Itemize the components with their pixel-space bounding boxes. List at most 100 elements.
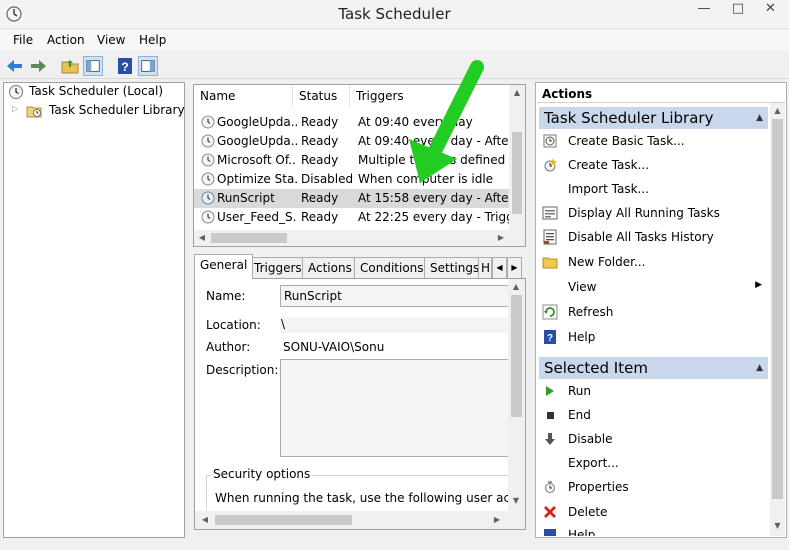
task-status: Ready bbox=[301, 115, 339, 129]
action-new-folder[interactable]: New Folder... bbox=[539, 251, 768, 273]
properties-icon bbox=[545, 481, 555, 493]
scroll-left-arrow-icon[interactable]: ◀ bbox=[194, 230, 210, 246]
scroll-right-arrow-icon[interactable]: ▶ bbox=[489, 512, 505, 528]
tree-root[interactable]: Task Scheduler (Local) bbox=[8, 83, 178, 101]
location-label: Location: bbox=[206, 318, 261, 332]
back-arrow-icon[interactable] bbox=[5, 56, 25, 76]
history-icon bbox=[543, 229, 557, 245]
table-row[interactable]: User_Feed_S... Ready At 22:25 every day … bbox=[194, 208, 510, 227]
name-field[interactable]: RunScript bbox=[280, 285, 510, 307]
folder-icon bbox=[542, 257, 558, 269]
action-run[interactable]: Run bbox=[539, 380, 768, 402]
action-delete[interactable]: Delete bbox=[539, 501, 768, 523]
vscroll-thumb[interactable] bbox=[511, 295, 522, 417]
action-refresh[interactable]: Refresh bbox=[539, 301, 768, 323]
tab-scroll-left-icon[interactable]: ◀ bbox=[492, 257, 507, 278]
table-row[interactable]: GoogleUpda... Ready At 09:40 every day -… bbox=[194, 132, 510, 151]
action-disable[interactable]: Disable bbox=[539, 428, 768, 450]
table-row[interactable]: GoogleUpda... Ready At 09:40 every day bbox=[194, 113, 510, 132]
task-list-vscrollbar[interactable]: ▲ bbox=[509, 85, 525, 230]
action-properties[interactable]: Properties bbox=[539, 476, 768, 498]
task-trigger: At 09:40 every day bbox=[358, 115, 473, 129]
scroll-right-arrow-icon[interactable]: ▶ bbox=[493, 230, 509, 246]
title-bar: Task Scheduler — □ ✕ bbox=[0, 0, 789, 29]
tab-scroll-right-icon[interactable]: ▶ bbox=[507, 257, 522, 278]
author-value: SONU-VAIO\Sonu bbox=[283, 340, 385, 354]
table-row[interactable]: Microsoft Of... Ready Multiple triggers … bbox=[194, 151, 510, 170]
task-status: Ready bbox=[301, 191, 339, 205]
scroll-up-arrow-icon[interactable]: ▲ bbox=[509, 85, 525, 101]
menu-help[interactable]: Help bbox=[139, 33, 166, 47]
tab-history[interactable]: H bbox=[478, 257, 492, 278]
vscroll-thumb[interactable] bbox=[512, 132, 522, 214]
tab-actions[interactable]: Actions bbox=[302, 257, 358, 278]
menu-action[interactable]: Action bbox=[47, 33, 85, 47]
menu-file[interactable]: File bbox=[13, 33, 33, 47]
action-help-partial[interactable]: Help bbox=[539, 526, 768, 536]
task-clock-icon bbox=[201, 134, 215, 148]
scroll-up-arrow-icon[interactable]: ▲ bbox=[508, 279, 524, 295]
action-end[interactable]: End bbox=[539, 404, 768, 426]
action-create-task[interactable]: Create Task... bbox=[539, 154, 768, 176]
show-hide-console-tree-icon[interactable] bbox=[83, 56, 103, 76]
action-help[interactable]: ? Help bbox=[539, 326, 768, 348]
column-header-status[interactable]: Status bbox=[293, 85, 350, 107]
maximize-button[interactable]: □ bbox=[724, 0, 752, 20]
submenu-arrow-icon: ▶ bbox=[755, 280, 762, 290]
help-icon: ? bbox=[544, 330, 556, 344]
table-row-selected[interactable]: RunScript Ready At 15:58 every day - Aft… bbox=[194, 189, 510, 208]
tab-triggers[interactable]: Triggers bbox=[248, 257, 308, 278]
detail-tabs: General Triggers Actions Conditions Sett… bbox=[194, 254, 526, 279]
up-folder-icon[interactable] bbox=[60, 56, 80, 76]
column-header-triggers[interactable]: Triggers bbox=[350, 85, 510, 107]
minimize-button[interactable]: — bbox=[690, 0, 718, 20]
tab-general[interactable]: General bbox=[194, 254, 254, 279]
scroll-down-arrow-icon[interactable]: ▼ bbox=[770, 518, 785, 534]
action-create-basic-task[interactable]: Create Basic Task... bbox=[539, 130, 768, 152]
action-view-label: View bbox=[568, 280, 597, 294]
task-trigger: At 15:58 every day - After trig bbox=[358, 191, 510, 205]
vscroll-thumb[interactable] bbox=[772, 119, 783, 499]
hscroll-thumb[interactable] bbox=[215, 515, 352, 525]
forward-arrow-icon[interactable] bbox=[28, 56, 48, 76]
general-vscrollbar[interactable]: ▲ ▼ bbox=[508, 279, 525, 511]
task-status: Disabled bbox=[301, 172, 354, 186]
section-header-selected-item[interactable]: Selected Item ▲ bbox=[539, 357, 768, 379]
show-hide-action-pane-icon[interactable] bbox=[138, 56, 158, 76]
scroll-up-arrow-icon[interactable]: ▲ bbox=[770, 103, 785, 119]
actions-vscrollbar[interactable]: ▲ ▼ bbox=[770, 103, 785, 536]
help-icon[interactable]: ? bbox=[115, 56, 135, 76]
menu-view[interactable]: View bbox=[97, 33, 125, 47]
expand-arrow-icon[interactable]: ▷ bbox=[12, 104, 18, 113]
action-display-running-tasks[interactable]: Display All Running Tasks bbox=[539, 202, 768, 224]
action-properties-label: Properties bbox=[568, 480, 629, 494]
column-header-name[interactable]: Name bbox=[194, 85, 293, 107]
task-name: GoogleUpda... bbox=[217, 134, 297, 148]
task-list-hscrollbar[interactable]: ◀ ▶ bbox=[194, 230, 525, 246]
close-button[interactable]: ✕ bbox=[752, 0, 789, 20]
task-status: Ready bbox=[301, 210, 339, 224]
section-header-library[interactable]: Task Scheduler Library ▲ bbox=[539, 107, 768, 129]
action-export[interactable]: Export... bbox=[539, 452, 768, 474]
general-hscrollbar[interactable]: ◀ ▶ bbox=[195, 511, 525, 529]
hscroll-thumb[interactable] bbox=[211, 233, 287, 243]
action-refresh-label: Refresh bbox=[568, 305, 614, 319]
action-display-running-tasks-label: Display All Running Tasks bbox=[568, 206, 720, 220]
tab-conditions[interactable]: Conditions bbox=[354, 257, 430, 278]
menu-bar: File Action View Help bbox=[0, 30, 789, 50]
action-view[interactable]: View ▶ bbox=[539, 276, 768, 298]
collapse-arrow-icon[interactable]: ▲ bbox=[756, 107, 763, 129]
author-label: Author: bbox=[206, 340, 251, 354]
table-row[interactable]: Optimize Sta... Disabled When computer i… bbox=[194, 170, 510, 189]
scroll-down-arrow-icon[interactable]: ▼ bbox=[508, 493, 524, 509]
description-field[interactable] bbox=[280, 359, 510, 457]
collapse-arrow-icon[interactable]: ▲ bbox=[756, 357, 763, 379]
task-clock-icon bbox=[201, 172, 215, 186]
scroll-left-arrow-icon[interactable]: ◀ bbox=[197, 512, 213, 528]
run-icon bbox=[546, 386, 554, 396]
actions-pane-title: Actions bbox=[537, 84, 785, 103]
action-disable-history[interactable]: Disable All Tasks History bbox=[539, 226, 768, 248]
tab-settings[interactable]: Settings bbox=[424, 257, 486, 278]
action-import-task[interactable]: Import Task... bbox=[539, 178, 768, 200]
tree-item-library[interactable]: ▷ Task Scheduler Library bbox=[12, 102, 185, 120]
